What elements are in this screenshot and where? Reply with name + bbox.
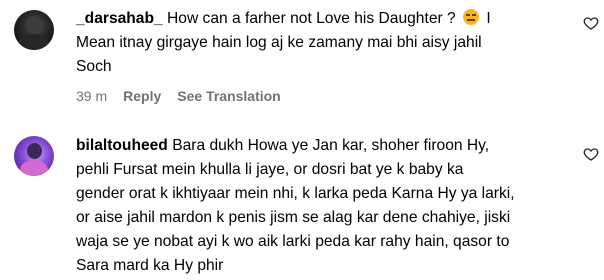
comment-body-line: or aise jahil mardon k penis jism se ala… <box>76 209 511 226</box>
comment-body-suffix: I <box>486 10 491 27</box>
comment-body-line: Bara dukh Howa ye Jan kar, shoher firoon… <box>172 137 490 154</box>
comment-body-line: Mean itnay girgaye hain log aj ke zamany… <box>76 34 482 51</box>
comment-body-line: gender orat k ikhtiyaar mein nhi, k lark… <box>76 185 515 202</box>
comment-body-line: Soch <box>76 58 112 75</box>
heart-outline-icon[interactable] <box>583 146 599 162</box>
see-translation-button[interactable]: See Translation <box>177 88 280 104</box>
comment-username[interactable]: bilaltouheed <box>76 137 168 154</box>
comment-body-line: Sara mard ka Hy phir <box>76 257 224 274</box>
unamused-face-emoji-icon <box>463 9 480 25</box>
heart-outline-icon[interactable] <box>583 15 599 31</box>
reply-button[interactable]: Reply <box>123 88 161 104</box>
comment-body-line: waja se ye nobat ayi k wo aik larki peda… <box>76 233 510 250</box>
comment-text: bilaltouheed Bara dukh Howa ye Jan kar, … <box>76 134 570 278</box>
comment-body-line: How can a farher not Love his Daughter ? <box>167 10 456 27</box>
avatar[interactable] <box>14 10 54 50</box>
comment-body-line: pehli Fursat mein khulla li jaye, or dos… <box>76 161 464 178</box>
comment-timestamp: 39 m <box>76 88 108 104</box>
comment-username[interactable]: _darsahab_ <box>76 10 163 27</box>
comment-meta: 39 m Reply See Translation <box>76 88 281 104</box>
avatar[interactable] <box>14 136 54 176</box>
comment-text: _darsahab_ How can a farher not Love his… <box>76 7 570 79</box>
